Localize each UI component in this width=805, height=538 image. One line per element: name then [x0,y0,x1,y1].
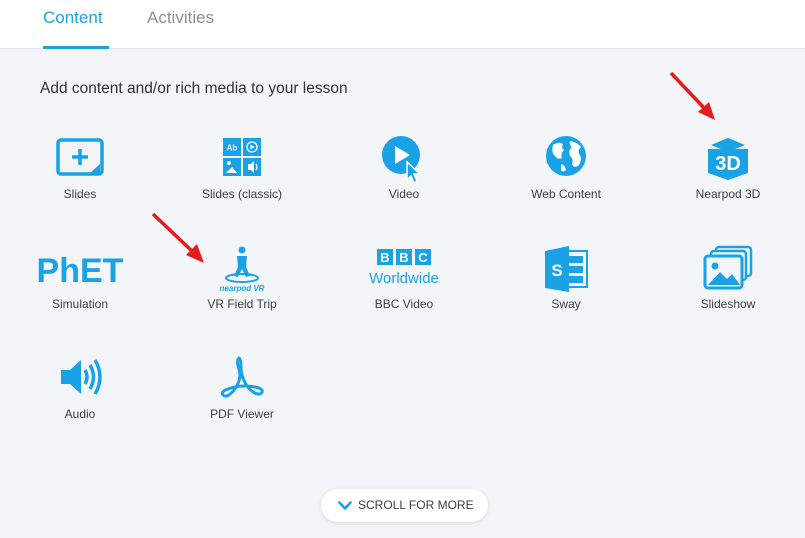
video-play-icon [379,135,429,185]
tile-label: Slides (classic) [201,187,282,201]
tile-web-content[interactable]: Web Content [501,135,631,235]
tab-bar: Content Activities [0,0,805,49]
chevron-down-icon [338,501,352,511]
tile-video[interactable]: Video [339,135,469,235]
svg-text:B: B [380,250,389,265]
tile-label: BBC Video [374,297,434,311]
tile-label: Nearpod 3D [695,187,761,201]
tile-slideshow[interactable]: Slideshow [663,245,793,345]
globe-icon [541,135,591,185]
tile-label: Slideshow [700,297,756,311]
section-heading: Add content and/or rich media to your le… [40,80,348,97]
tile-label: Web Content [531,187,601,201]
tab-activities[interactable]: Activities [147,0,214,49]
sway-icon: S [541,245,591,295]
svg-text:nearpod VR: nearpod VR [220,284,265,293]
slides-add-icon [55,135,105,185]
pdf-icon [217,355,267,405]
tab-content[interactable]: Content [43,0,103,49]
tile-nearpod-3d[interactable]: 3D Nearpod 3D [663,135,793,235]
tile-simulation[interactable]: PhET Simulation [15,245,145,345]
slideshow-images-icon [703,245,753,295]
tile-label: Sway [551,297,581,311]
scroll-for-more-button[interactable]: SCROLL FOR MORE [321,489,488,522]
svg-text:3D: 3D [715,153,741,175]
tile-label: VR Field Trip [207,297,277,311]
tile-pdf-viewer[interactable]: PDF Viewer [177,355,307,455]
annotation-arrow-icon [151,212,204,263]
svg-text:C: C [418,250,428,265]
tile-label: Slides [63,187,97,201]
tile-label: Simulation [51,297,109,311]
active-tab-indicator [43,46,109,49]
tile-sway[interactable]: S Sway [501,245,631,345]
svg-text:S: S [551,261,562,280]
svg-text:Ab: Ab [227,144,238,153]
slides-classic-icon: Ab [217,135,267,185]
svg-text:B: B [399,250,408,265]
tile-slides[interactable]: Slides [15,135,145,235]
svg-text:PhET: PhET [37,252,124,290]
annotation-arrow-icon [669,71,715,120]
cube-3d-icon: 3D [703,135,753,185]
speaker-icon [55,355,105,405]
phet-logo-icon: PhET [35,245,125,295]
tile-label: Video [388,187,420,201]
tile-label: PDF Viewer [210,407,274,421]
svg-text:Worldwide: Worldwide [369,270,439,287]
bbc-worldwide-logo-icon: B B C Worldwide [359,245,449,295]
tile-bbc-video[interactable]: B B C Worldwide BBC Video [339,245,469,345]
tile-audio[interactable]: Audio [15,355,145,455]
vr-field-trip-icon: nearpod VR [202,245,282,295]
tile-label: Audio [64,407,96,421]
scroll-for-more-label: SCROLL FOR MORE [358,498,474,512]
